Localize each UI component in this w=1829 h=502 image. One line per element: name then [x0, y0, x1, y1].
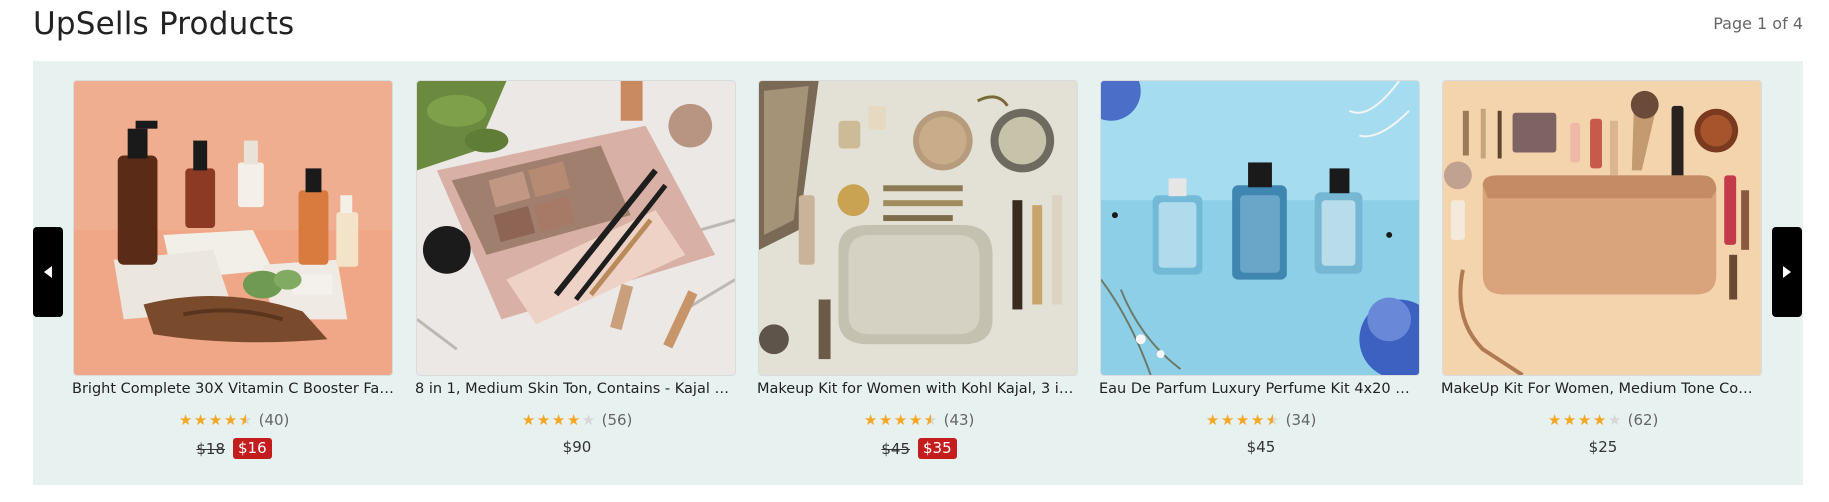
product-name[interactable]: Makeup Kit for Women with Kohl Kajal, 3 … — [757, 381, 1079, 397]
price-sale: $16 — [233, 438, 272, 459]
product-name[interactable]: Bright Complete 30X Vitamin C Booster Fa… — [72, 381, 394, 397]
product-rating: ★ ★ ★ ★ ★ (40) — [73, 411, 395, 429]
product-name[interactable]: 8 in 1, Medium Skin Ton, Contains - Kaja… — [415, 381, 737, 397]
product-price: $18 $16 — [73, 438, 395, 459]
star-icon: ★ — [1205, 410, 1220, 429]
product-card[interactable]: Eau De Parfum Luxury Perfume Kit 4x20 ml… — [1099, 80, 1422, 480]
review-count: (56) — [601, 411, 633, 429]
chevron-left-icon — [44, 266, 52, 278]
star-icon: ★ — [1562, 410, 1577, 429]
star-empty-icon: ★ — [581, 410, 596, 429]
product-image[interactable] — [1442, 80, 1762, 376]
product-image[interactable] — [73, 80, 393, 376]
product-image[interactable] — [416, 80, 736, 376]
star-icon: ★ — [1250, 410, 1265, 429]
star-icon: ★ — [536, 410, 551, 429]
star-half-icon: ★ — [1266, 412, 1280, 428]
price-sale: $35 — [918, 438, 957, 459]
star-icon: ★ — [1547, 410, 1562, 429]
review-count: (34) — [1285, 411, 1317, 429]
product-rating: ★ ★ ★ ★ ★ (34) — [1100, 411, 1422, 429]
star-icon: ★ — [1592, 410, 1607, 429]
star-icon: ★ — [521, 410, 536, 429]
review-count: (62) — [1627, 411, 1659, 429]
review-count: (40) — [258, 411, 290, 429]
product-image[interactable] — [758, 80, 1078, 376]
price-old: $18 — [196, 439, 225, 458]
page-indicator: Page 1 of 4 — [1713, 14, 1803, 33]
carousel-prev-button[interactable] — [33, 227, 63, 317]
star-icon: ★ — [1220, 410, 1235, 429]
product-name[interactable]: Eau De Parfum Luxury Perfume Kit 4x20 ml… — [1099, 381, 1421, 397]
star-icon: ★ — [908, 410, 923, 429]
section-title: UpSells Products — [33, 6, 295, 42]
product-price: $45 — [1100, 438, 1422, 456]
star-icon: ★ — [878, 410, 893, 429]
star-icon: ★ — [566, 410, 581, 429]
price-regular: $25 — [1588, 438, 1618, 456]
product-price: $25 — [1442, 438, 1764, 456]
star-icon: ★ — [208, 410, 223, 429]
product-rating: ★ ★ ★ ★ ★ (56) — [416, 411, 738, 429]
star-icon: ★ — [223, 410, 238, 429]
review-count: (43) — [943, 411, 975, 429]
product-card[interactable]: 8 in 1, Medium Skin Ton, Contains - Kaja… — [415, 80, 738, 480]
product-price: $90 — [416, 438, 738, 456]
star-icon: ★ — [193, 410, 208, 429]
price-old: $45 — [881, 439, 910, 458]
product-card[interactable]: MakeUp Kit For Women, Medium Tone Combo … — [1441, 80, 1764, 480]
star-empty-icon: ★ — [1607, 410, 1622, 429]
product-name[interactable]: MakeUp Kit For Women, Medium Tone Combo … — [1441, 381, 1763, 397]
star-half-icon: ★ — [239, 412, 253, 428]
price-regular: $90 — [562, 438, 592, 456]
star-icon: ★ — [178, 410, 193, 429]
star-icon: ★ — [1577, 410, 1592, 429]
product-price: $45 $35 — [758, 438, 1080, 459]
product-card[interactable]: Makeup Kit for Women with Kohl Kajal, 3 … — [757, 80, 1080, 480]
star-icon: ★ — [863, 410, 878, 429]
product-rating: ★ ★ ★ ★ ★ (62) — [1442, 411, 1764, 429]
star-icon: ★ — [893, 410, 908, 429]
star-icon: ★ — [1235, 410, 1250, 429]
star-half-icon: ★ — [924, 412, 938, 428]
price-regular: $45 — [1246, 438, 1276, 456]
product-image[interactable] — [1100, 80, 1420, 376]
product-card[interactable]: Bright Complete 30X Vitamin C Booster Fa… — [72, 80, 395, 480]
product-rating: ★ ★ ★ ★ ★ (43) — [758, 411, 1080, 429]
carousel-next-button[interactable] — [1772, 227, 1802, 317]
star-icon: ★ — [551, 410, 566, 429]
chevron-right-icon — [1783, 266, 1791, 278]
